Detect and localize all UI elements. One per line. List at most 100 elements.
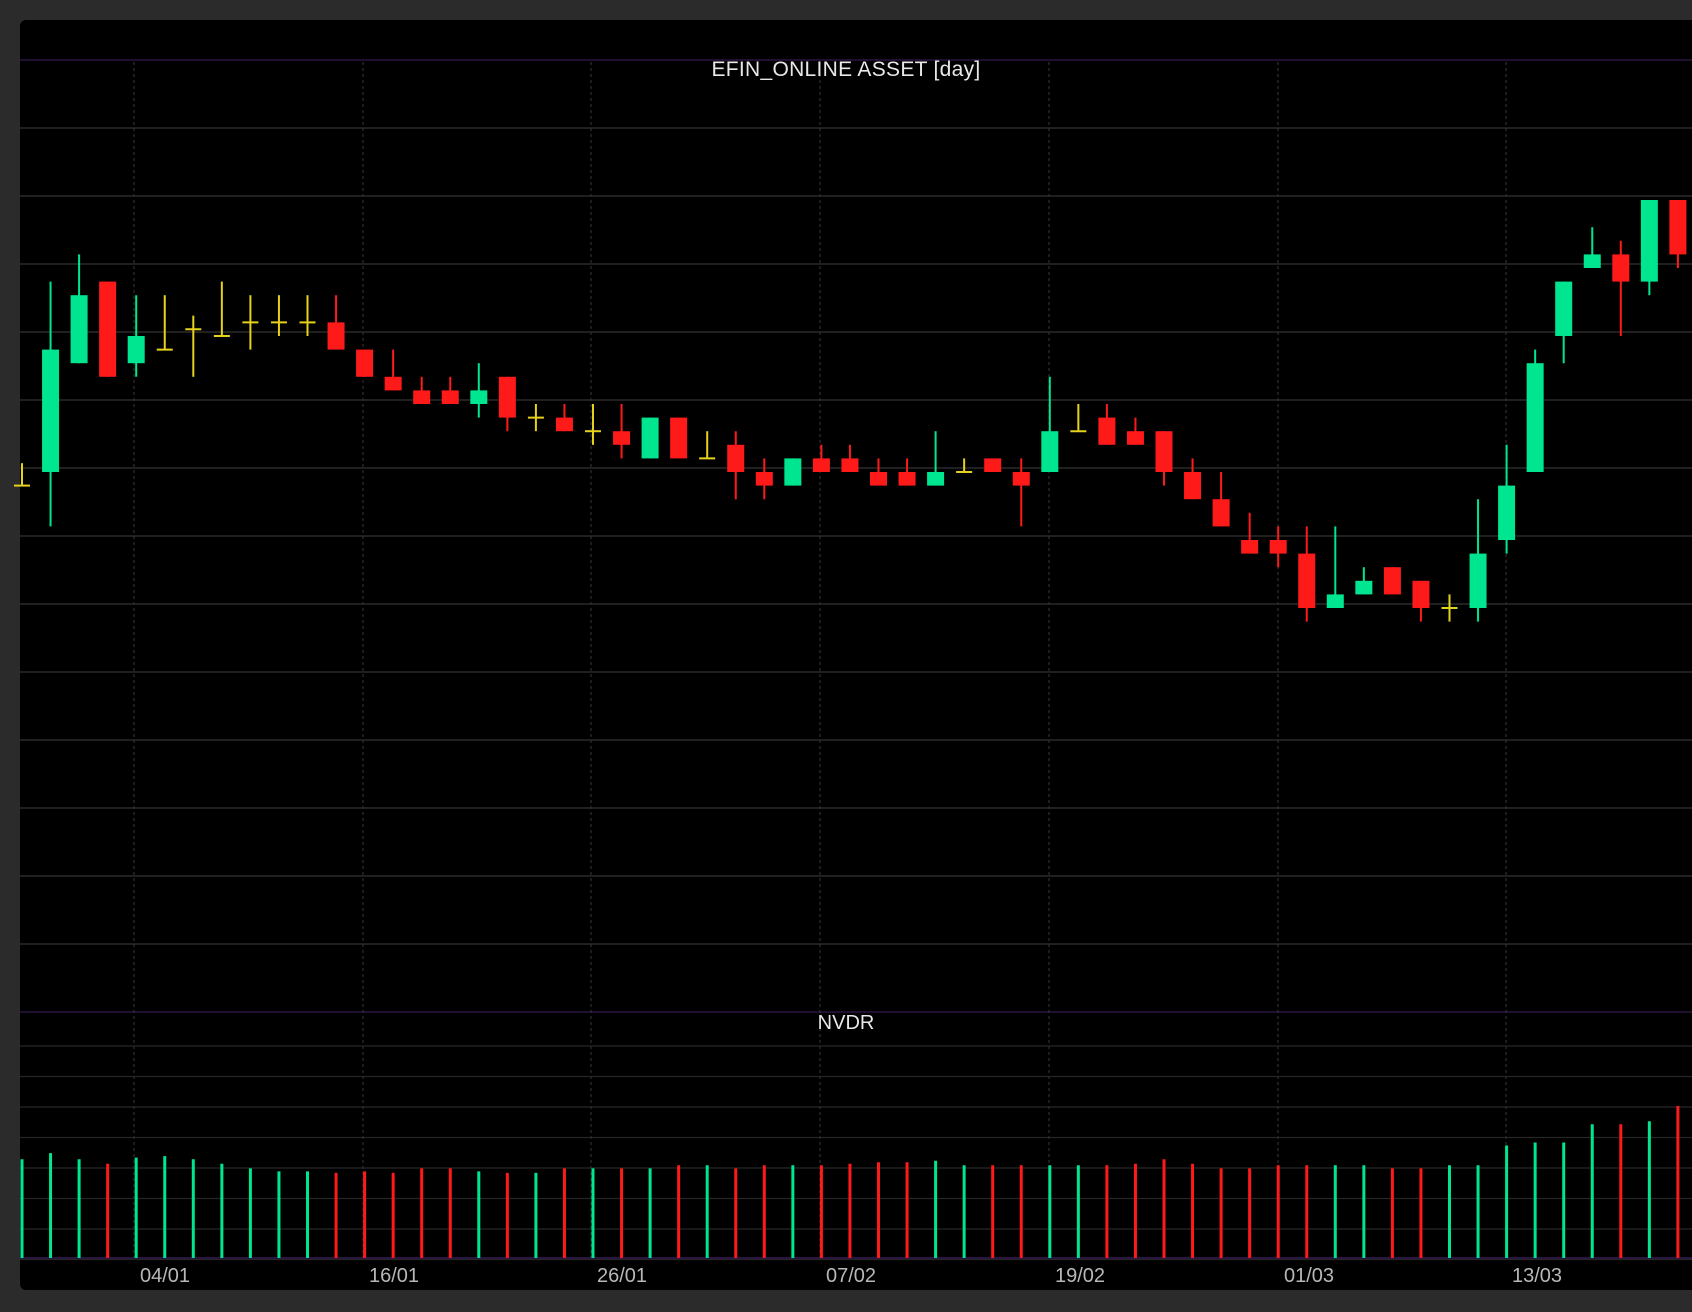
candle — [1498, 444, 1516, 554]
candle-body — [641, 417, 659, 459]
candle — [1155, 431, 1173, 486]
candle-body — [755, 472, 773, 486]
candle — [1669, 200, 1687, 268]
x-tick-label: 04/01 — [140, 1265, 190, 1287]
candle — [299, 295, 316, 336]
candle-body — [1126, 431, 1144, 445]
volume-bars — [20, 1106, 1680, 1258]
candle-body — [1498, 485, 1516, 540]
candle-body — [555, 417, 573, 432]
candle — [356, 349, 374, 377]
candlestick-chart: 04/01 16/01 26/01 07/02 19/02 01/03 13/03 — [14, 59, 1692, 1287]
candle — [1640, 200, 1658, 296]
candle-body — [898, 472, 916, 486]
candle — [498, 376, 516, 432]
candle-body — [613, 431, 631, 445]
candle-body — [1612, 254, 1630, 282]
candle-body — [1041, 431, 1059, 472]
candle — [870, 458, 887, 486]
x-tick-label: 19/02 — [1055, 1265, 1105, 1287]
candle-body — [1269, 540, 1287, 554]
candle — [1412, 580, 1430, 622]
candle — [1269, 526, 1287, 568]
candle-body — [1383, 567, 1401, 595]
candle — [984, 458, 1002, 472]
candle-body — [1155, 431, 1173, 472]
x-tick-label: 01/03 — [1284, 1265, 1334, 1287]
candle — [213, 281, 230, 337]
candle-body — [1298, 553, 1316, 608]
candle — [956, 458, 973, 473]
candle-body — [42, 349, 60, 472]
candle-body — [1583, 254, 1601, 268]
candle — [470, 363, 488, 418]
candle-body — [1555, 281, 1573, 336]
candle — [1098, 404, 1116, 445]
candle-body — [812, 458, 830, 472]
candle-body — [70, 295, 88, 364]
time-gridlines — [133, 62, 1507, 1258]
candle — [670, 417, 688, 459]
candle — [1526, 349, 1544, 472]
candle — [1469, 499, 1487, 622]
candles — [14, 200, 1687, 622]
candle — [1326, 526, 1344, 608]
candle — [1583, 227, 1601, 268]
candle-body — [784, 458, 802, 486]
candle-body — [1469, 553, 1487, 608]
x-tick-label: 13/03 — [1512, 1265, 1562, 1287]
candle-body — [1012, 472, 1030, 486]
candle — [1441, 594, 1458, 622]
candle — [1555, 281, 1573, 364]
candle — [527, 404, 544, 432]
candle — [185, 315, 202, 377]
candle — [1184, 458, 1202, 500]
candle-body — [727, 444, 745, 472]
candle — [784, 458, 802, 486]
candle — [1298, 526, 1316, 622]
candle-body — [470, 390, 488, 404]
candle-body — [1640, 200, 1658, 282]
candle-body — [1526, 363, 1544, 472]
candle-body — [1241, 540, 1259, 554]
candle — [327, 295, 345, 350]
candle-body — [870, 472, 887, 486]
candle-body — [1212, 499, 1230, 527]
volume-panel-title: NVDR — [817, 1012, 875, 1034]
x-tick-label: 26/01 — [597, 1265, 647, 1287]
candle — [1126, 417, 1144, 445]
candle — [812, 444, 830, 472]
candle — [70, 254, 88, 364]
candle — [641, 417, 659, 459]
candle-body — [841, 458, 859, 472]
candle-body — [99, 281, 117, 377]
x-tick-label: 16/01 — [369, 1265, 419, 1287]
candle — [14, 463, 30, 487]
candle-body — [356, 349, 374, 377]
candle-body — [670, 417, 688, 459]
x-axis-labels: 04/01 16/01 26/01 07/02 19/02 01/03 13/03 — [140, 1265, 1562, 1287]
candle — [1041, 376, 1059, 472]
candle — [898, 458, 916, 486]
candle-body — [1412, 580, 1430, 608]
candle-body — [384, 376, 402, 391]
candle — [727, 431, 745, 500]
candle — [841, 444, 859, 472]
candle — [270, 295, 287, 336]
candle — [1383, 567, 1401, 595]
candle — [1355, 567, 1373, 595]
candle — [127, 295, 145, 377]
candle — [755, 458, 773, 500]
candle-body — [1669, 200, 1687, 255]
candle-body — [1355, 580, 1373, 595]
candle-body — [1184, 472, 1202, 500]
candle — [1070, 404, 1087, 433]
candle-body — [927, 472, 945, 486]
candle — [99, 281, 117, 377]
candle — [413, 376, 431, 404]
candle — [441, 376, 459, 404]
candle-body — [413, 390, 431, 404]
volume-grid — [20, 1045, 1692, 1261]
candle-body — [1326, 594, 1344, 608]
candle-body — [1098, 417, 1116, 445]
